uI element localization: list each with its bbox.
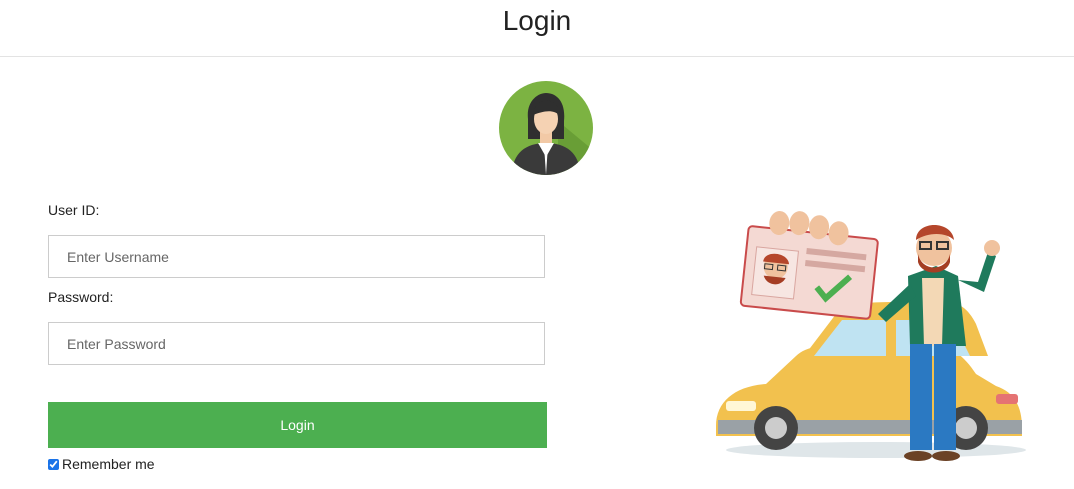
driver-license-car-illustration [716,211,1026,461]
user-id-label: User ID: [48,202,100,218]
remember-me-checkbox[interactable] [48,458,59,470]
remember-me-label: Remember me [62,456,155,472]
password-label: Password: [48,289,114,305]
page-title: Login [502,5,572,36]
remember-me[interactable]: Remember me [48,456,155,472]
password-input[interactable] [48,322,545,365]
user-avatar-icon [499,81,593,175]
username-input[interactable] [48,235,545,278]
page-header: Login [0,0,1074,57]
login-button[interactable]: Login [48,402,547,448]
